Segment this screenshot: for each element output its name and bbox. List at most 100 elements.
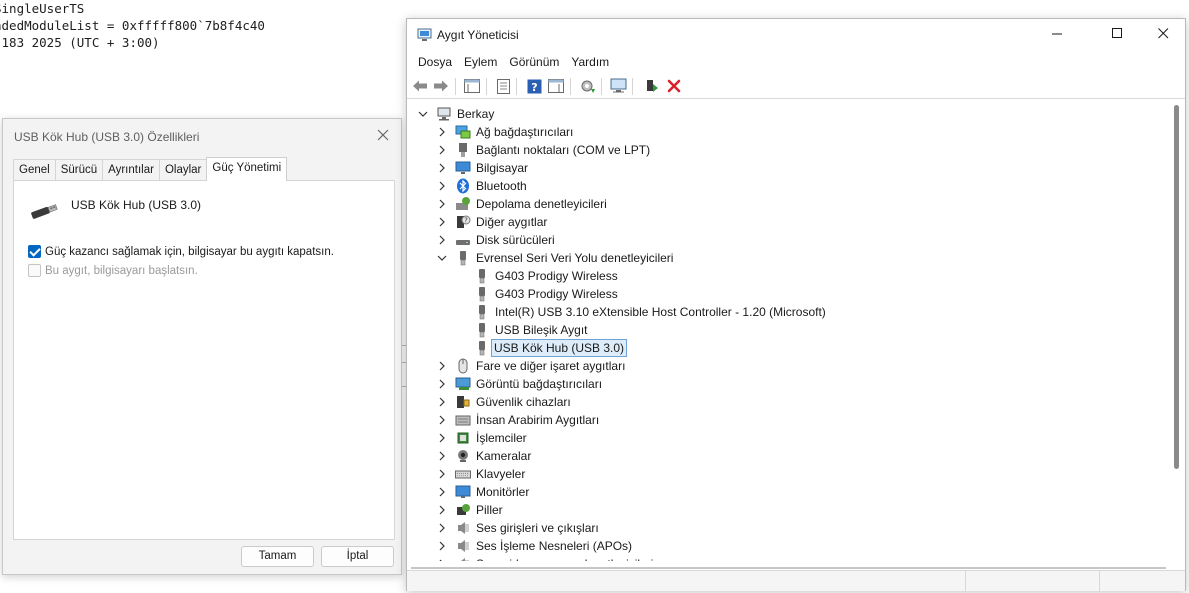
tree-expander[interactable] — [437, 253, 447, 263]
menu-help[interactable]: Yardım — [565, 51, 615, 73]
add-legacy-hardware-button[interactable] — [643, 77, 661, 95]
tree-expander[interactable] — [437, 217, 447, 227]
tree-expander[interactable] — [437, 145, 447, 155]
tree-category[interactable]: Kameralar — [437, 447, 531, 465]
tree-node-label: Ses, video ve oyun denetleyicileri — [476, 557, 653, 561]
tree-node-label: Klavyeler — [476, 467, 526, 481]
tree-node-label: G403 Prodigy Wireless — [495, 269, 618, 283]
tree-root[interactable]: Berkay — [418, 105, 494, 123]
tree-category[interactable]: Depolama denetleyicileri — [437, 195, 607, 213]
tree-expander[interactable] — [418, 109, 428, 119]
tree-device[interactable]: G403 Prodigy Wireless — [474, 285, 618, 303]
tree-expander[interactable] — [437, 541, 447, 551]
tree-expander[interactable] — [437, 181, 447, 191]
tree-expander[interactable] — [437, 505, 447, 515]
tree-category[interactable]: Güvenlik cihazları — [437, 393, 571, 411]
allow-wake-option: Bu aygıt, bilgisayarı başlatsın. — [28, 264, 198, 277]
tree-device[interactable]: USB Bileşik Aygıt — [474, 321, 587, 339]
menu-view[interactable]: Görünüm — [503, 51, 565, 73]
tab-events[interactable]: Olaylar — [158, 159, 208, 181]
tree-device[interactable]: Intel(R) USB 3.10 eXtensible Host Contro… — [474, 303, 826, 321]
action-pane-button[interactable] — [547, 77, 565, 95]
toolbar-separator — [516, 78, 517, 95]
tree-node-label: Bluetooth — [476, 179, 527, 193]
tree-category[interactable]: ? Diğer aygıtlar — [437, 213, 547, 231]
tree-category[interactable]: Bluetooth — [437, 177, 527, 195]
minimize-button[interactable] — [1037, 23, 1077, 47]
tree-category[interactable]: Piller — [437, 501, 503, 519]
chevron-right-icon — [439, 361, 445, 371]
tree-category[interactable]: Fare ve diğer işaret aygıtları — [437, 357, 625, 375]
forward-button[interactable] — [432, 77, 450, 95]
tree-expander[interactable] — [437, 469, 447, 479]
tree-expander[interactable] — [437, 235, 447, 245]
device-manager-app-icon — [417, 28, 432, 41]
console-tree-icon — [464, 79, 480, 93]
menu-action[interactable]: Eylem — [458, 51, 503, 73]
chevron-right-icon — [439, 181, 445, 191]
tree-expander[interactable] — [437, 523, 447, 533]
properties-toolbar-button[interactable] — [494, 77, 512, 95]
tree-category[interactable]: Klavyeler — [437, 465, 525, 483]
tree-expander[interactable] — [437, 487, 447, 497]
allow-turn-off-option[interactable]: Güç kazancı sağlamak için, bilgisayar bu… — [28, 245, 334, 258]
port-icon — [455, 142, 471, 158]
cancel-button[interactable]: İptal — [321, 546, 394, 567]
tree-category[interactable]: Disk sürücüleri — [437, 231, 555, 249]
allow-turn-off-label: Güç kazancı sağlamak için, bilgisayar bu… — [45, 245, 334, 258]
chevron-right-icon — [439, 163, 445, 173]
tab-general[interactable]: Genel — [13, 159, 56, 181]
scan-hardware-button[interactable] — [610, 77, 628, 95]
tree-category[interactable]: Ses, video ve oyun denetleyicileri — [437, 555, 653, 561]
device-manager-window: Aygıt Yöneticisi Dosya Eylem Görünüm Yar… — [406, 18, 1186, 592]
tree-category[interactable]: Bilgisayar — [437, 159, 528, 177]
tree-device[interactable]: USB Kök Hub (USB 3.0) — [474, 339, 628, 357]
vertical-scrollbar-thumb[interactable] — [1174, 105, 1179, 469]
help-toolbar-button[interactable]: ? — [525, 77, 543, 95]
arrow-left-icon — [413, 80, 427, 92]
tree-category[interactable]: Evrensel Seri Veri Yolu denetleyicileri — [437, 249, 673, 267]
tree-node-label: Berkay — [457, 107, 495, 121]
svg-text:?: ? — [531, 81, 537, 94]
storage-icon — [455, 196, 471, 212]
tree-category[interactable]: Ağ bağdaştırıcıları — [437, 123, 573, 141]
back-button[interactable] — [411, 77, 429, 95]
tree-expander[interactable] — [437, 415, 447, 425]
update-driver-button[interactable] — [579, 77, 597, 95]
tree-category[interactable]: Ses girişleri ve çıkışları — [437, 519, 599, 537]
tree-expander[interactable] — [437, 361, 447, 371]
tree-expander[interactable] — [437, 433, 447, 443]
tab-driver[interactable]: Sürücü — [54, 159, 104, 181]
tree-expander[interactable] — [437, 379, 447, 389]
tree-device[interactable]: G403 Prodigy Wireless — [474, 267, 618, 285]
tree-node-label: Piller — [476, 503, 503, 517]
tree-category[interactable]: İşlemciler — [437, 429, 527, 447]
tree-expander[interactable] — [437, 127, 447, 137]
tree-node-label: Ağ bağdaştırıcıları — [476, 125, 574, 139]
tree-category[interactable]: Ses İşleme Nesneleri (APOs) — [437, 537, 632, 555]
tree-category[interactable]: Görüntü bağdaştırıcıları — [437, 375, 602, 393]
tree-expander[interactable] — [437, 559, 447, 561]
uninstall-device-button[interactable] — [665, 77, 683, 95]
tab-power-management[interactable]: Güç Yönetimi — [206, 157, 288, 181]
tree-expander[interactable] — [437, 397, 447, 407]
close-window-button[interactable] — [1143, 23, 1183, 47]
show-hide-console-tree-button[interactable] — [463, 77, 481, 95]
tab-details[interactable]: Ayrıntılar — [102, 159, 160, 181]
tree-node-label: Depolama denetleyicileri — [476, 197, 607, 211]
allow-turn-off-checkbox[interactable] — [28, 245, 41, 258]
allow-wake-checkbox — [28, 264, 41, 277]
tree-node-label: Ses girişleri ve çıkışları — [476, 521, 599, 535]
tree-category[interactable]: İnsan Arabirim Aygıtları — [437, 411, 599, 429]
ok-button[interactable]: Tamam — [241, 546, 314, 567]
tree-expander[interactable] — [437, 451, 447, 461]
horizontal-scrollbar[interactable] — [411, 567, 1166, 569]
tree-category[interactable]: Bağlantı noktaları (COM ve LPT) — [437, 141, 650, 159]
tree-expander[interactable] — [437, 199, 447, 209]
tree-category[interactable]: Monitörler — [437, 483, 529, 501]
close-button[interactable] — [373, 125, 393, 145]
toolbar: ? — [407, 74, 1185, 99]
tree-expander[interactable] — [437, 163, 447, 173]
maximize-button[interactable] — [1097, 23, 1137, 47]
menu-file[interactable]: Dosya — [412, 51, 458, 73]
